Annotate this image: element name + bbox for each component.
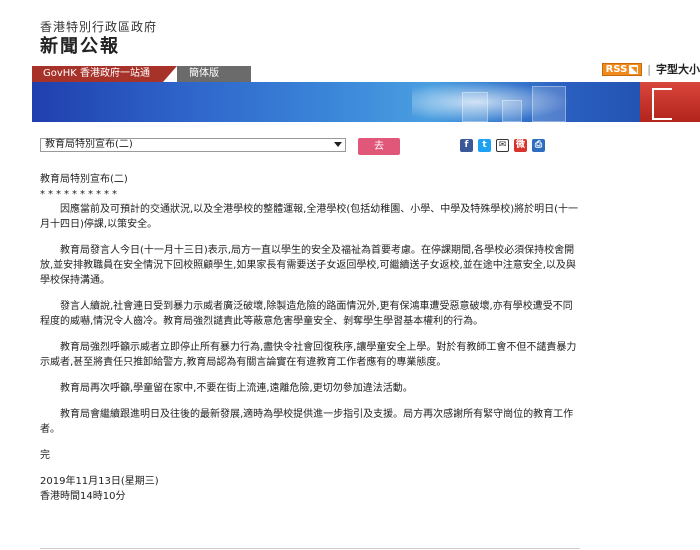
article-toolbar: 教育局特別宣布(二) 去 f t ✉ 微 ⎙ xyxy=(40,138,660,158)
twitter-icon[interactable]: t xyxy=(478,139,491,152)
article-paragraph: 教育局再次呼籲,學童留在家中,不要在街上流連,遠離危險,更切勿參加違法活動。 xyxy=(60,383,413,394)
article-title: 教育局特別宣布(二) xyxy=(40,174,128,185)
article-paragraph: 教育局強烈呼籲示威者立即停止所有暴力行為,盡快令社會回復秩序,讓學童安全上學。對… xyxy=(40,342,577,368)
article-body: 教育局特別宣布(二) ********** 因應當前及可預計的交通狀況,以及全港… xyxy=(40,172,580,504)
end-mark: 完 xyxy=(40,450,50,461)
press-release-select[interactable]: 教育局特別宣布(二) xyxy=(40,138,346,152)
govhk-link[interactable]: GovHK 香港政府一站通 xyxy=(32,66,163,82)
title-divider-stars: ********** xyxy=(40,189,120,200)
share-buttons: f t ✉ 微 ⎙ xyxy=(460,139,545,152)
page-header: 香港特別行政區政府 新聞公報 xyxy=(0,0,700,66)
go-button[interactable]: 去 xyxy=(358,138,400,155)
nav-bar: GovHK 香港政府一站通 簡体版 xyxy=(32,66,700,82)
article-paragraph: 發言人續說,社會連日受到暴力示威者廣泛破壞,除製造危險的路面情況外,更有保鴻車遭… xyxy=(40,301,573,327)
banner-building xyxy=(462,92,488,122)
select-value: 教育局特別宣布(二) xyxy=(45,139,133,150)
footer-divider xyxy=(40,548,580,549)
email-icon[interactable]: ✉ xyxy=(496,139,509,152)
article-paragraph: 教育局發言人今日(十一月十三日)表示,局方一直以學生的安全及福祉為首要考慮。在停… xyxy=(40,245,576,286)
article-paragraph: 教育局會繼續跟進明日及往後的最新發展,適時為學校提供進一步指引及支援。局方再次感… xyxy=(40,409,574,435)
banner-building xyxy=(502,100,522,122)
tab-divider xyxy=(163,66,177,82)
banner-logo-strip xyxy=(640,82,700,122)
article-paragraph: 因應當前及可預計的交通狀況,以及全港學校的整體運報,全港學校(包括幼稚園、小學、… xyxy=(40,204,579,230)
print-icon[interactable]: ⎙ xyxy=(532,139,545,152)
release-date: 2019年11月13日(星期三) xyxy=(40,476,159,487)
chevron-down-icon xyxy=(334,142,342,147)
banner-building xyxy=(532,86,566,122)
header-banner xyxy=(32,82,700,122)
simplified-chinese-link[interactable]: 簡体版 xyxy=(177,66,251,82)
release-time: 香港時間14時10分 xyxy=(40,491,126,502)
site-title[interactable]: 新聞公報 xyxy=(40,32,120,58)
facebook-icon[interactable]: f xyxy=(460,139,473,152)
weibo-icon[interactable]: 微 xyxy=(514,139,527,152)
